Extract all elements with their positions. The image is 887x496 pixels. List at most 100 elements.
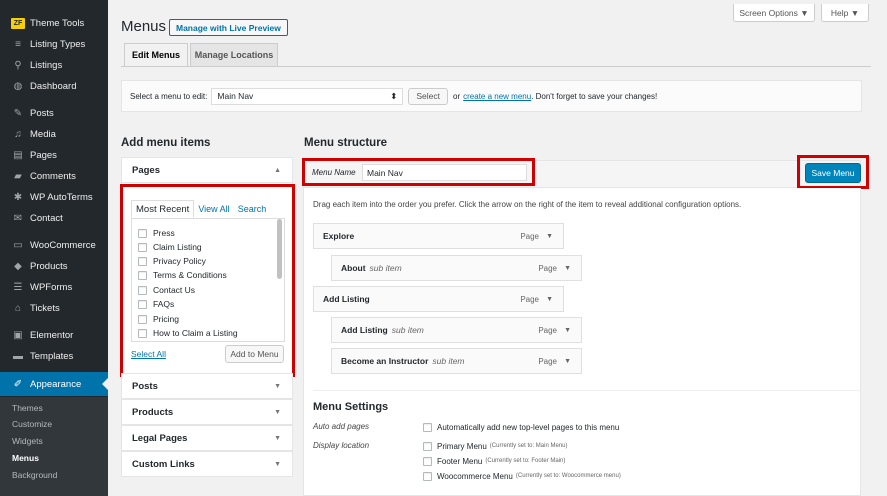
- brush-icon: ✐: [13, 378, 23, 390]
- comment-icon: ▰: [14, 170, 22, 182]
- sidebar-item-templates[interactable]: ▬ Templates: [0, 346, 108, 366]
- sidebar-item-pages[interactable]: ▤ Pages: [0, 145, 108, 165]
- menu-item-type: Page: [538, 356, 557, 366]
- caret-up-icon: ▲: [274, 166, 281, 174]
- sidebar-item-wp-autoterms[interactable]: ✱ WP AutoTerms: [0, 187, 108, 207]
- pin-icon: ✎: [13, 107, 23, 119]
- menu-item-type: Page: [538, 263, 557, 273]
- location-woocommerce-option[interactable]: Woocommerce Menu (Currently set to: Wooco…: [423, 470, 621, 482]
- sidebar-item-comments[interactable]: ▰ Comments: [0, 166, 108, 186]
- tab-edit-menus[interactable]: Edit Menus: [124, 43, 188, 66]
- media-icon: ♫: [14, 128, 22, 140]
- caret-down-icon[interactable]: ▼: [564, 358, 571, 365]
- location-pin-icon: ⚲: [14, 59, 22, 71]
- submenu-menus[interactable]: Menus: [12, 453, 39, 463]
- location-primary-option[interactable]: Primary Menu (Currently set to: Main Menu…: [423, 440, 568, 452]
- posts-accordion-header[interactable]: Posts ▼: [121, 373, 293, 399]
- mail-icon: ✉: [13, 212, 23, 224]
- submenu-customize[interactable]: Customize: [12, 419, 52, 429]
- list-icon: ≡: [15, 38, 21, 50]
- auto-add-option[interactable]: Automatically add new top-level pages to…: [423, 421, 619, 433]
- sidebar-item-listing-types[interactable]: ≡ Listing Types: [0, 34, 108, 54]
- manage-live-preview-button[interactable]: Manage with Live Preview: [169, 19, 288, 36]
- screen-options-button[interactable]: Screen Options ▼: [733, 4, 815, 22]
- theme-tools-logo: ZF: [11, 17, 25, 29]
- menu-select-bar: Select a menu to edit: Main Nav ⬍ Select…: [121, 80, 862, 112]
- sidebar-item-products[interactable]: ◆ Products: [0, 256, 108, 276]
- submenu-widgets[interactable]: Widgets: [12, 436, 43, 446]
- checkbox[interactable]: [423, 422, 432, 432]
- submenu-background[interactable]: Background: [12, 470, 57, 480]
- caret-down-icon[interactable]: ▼: [546, 233, 553, 240]
- highlight-box-pages: [120, 184, 295, 377]
- caret-down-icon: ▼: [274, 460, 281, 468]
- caret-down-icon[interactable]: ▼: [546, 296, 553, 303]
- tab-manage-locations[interactable]: Manage Locations: [190, 43, 278, 66]
- archive-icon: ◆: [14, 260, 22, 272]
- pages-section-label: Pages: [132, 164, 160, 176]
- menu-item-type: Page: [520, 294, 539, 304]
- products-accordion-header[interactable]: Products ▼: [121, 399, 293, 425]
- admin-sidebar: ZF Theme Tools ≡ Listing Types ⚲ Listings ◍…: [0, 0, 108, 496]
- current-menu-arrow: [102, 378, 108, 390]
- select-menu-label: Select a menu to edit:: [130, 91, 208, 101]
- display-location-label: Display location: [313, 441, 370, 450]
- custom-links-accordion-header[interactable]: Custom Links ▼: [121, 451, 293, 477]
- elementor-icon: ▣: [13, 329, 23, 341]
- menu-item[interactable]: Become an Instructor sub item Page ▼: [331, 348, 582, 374]
- page-title: Menus: [121, 18, 167, 35]
- sub-item-label: sub item: [369, 263, 402, 273]
- sidebar-item-woocommerce[interactable]: ▭ WooCommerce: [0, 235, 108, 255]
- sidebar-item-contact[interactable]: ✉ Contact: [0, 208, 108, 228]
- palette-icon: ◍: [13, 80, 23, 92]
- checkbox[interactable]: [423, 441, 432, 451]
- caret-down-icon: ▼: [274, 382, 281, 390]
- create-new-menu-link[interactable]: create a new menu: [463, 92, 531, 101]
- submenu-themes[interactable]: Themes: [12, 403, 43, 413]
- help-button[interactable]: Help ▼: [821, 4, 869, 22]
- menu-item[interactable]: Add Listing Page ▼: [313, 286, 564, 312]
- tabs-divider: [121, 66, 871, 67]
- ticket-icon: ⌂: [14, 302, 22, 314]
- caret-down-icon: ▼: [274, 408, 281, 416]
- pages-accordion-header[interactable]: Pages ▲: [121, 157, 293, 183]
- appearance-submenu: Themes Customize Widgets Menus Backgroun…: [0, 397, 108, 496]
- location-footer-option[interactable]: Footer Menu (Currently set to: Footer Mai…: [423, 455, 565, 467]
- sidebar-item-theme-tools[interactable]: ZF Theme Tools: [0, 13, 108, 33]
- sidebar-item-posts[interactable]: ✎ Posts: [0, 103, 108, 123]
- sub-item-label: sub item: [432, 356, 465, 366]
- menu-settings-title: Menu Settings: [313, 401, 389, 413]
- sidebar-item-media[interactable]: ♫ Media: [0, 124, 108, 144]
- drag-instructions: Drag each item into the order you prefer…: [313, 200, 742, 209]
- sidebar-item-tickets[interactable]: ⌂ Tickets: [0, 298, 108, 318]
- add-menu-items-title: Add menu items: [121, 137, 211, 149]
- menu-item-type: Page: [538, 325, 557, 335]
- menu-item-type: Page: [520, 231, 539, 241]
- save-reminder-text: . Don't forget to save your changes!: [531, 91, 658, 101]
- menu-item[interactable]: About sub item Page ▼: [331, 255, 582, 281]
- sidebar-item-dashboard[interactable]: ◍ Dashboard: [0, 76, 108, 96]
- auto-add-label: Auto add pages: [313, 422, 370, 431]
- highlight-box-save: [797, 155, 869, 189]
- woo-icon: ▭: [13, 239, 23, 251]
- or-text: or: [453, 91, 461, 101]
- menu-item[interactable]: Add Listing sub item Page ▼: [331, 317, 582, 343]
- menu-select-dropdown[interactable]: Main Nav ⬍: [211, 87, 404, 105]
- highlight-box-menu-name: [302, 158, 535, 186]
- select-arrows-icon: ⬍: [390, 90, 398, 101]
- autoterms-icon: ✱: [13, 191, 23, 203]
- caret-down-icon[interactable]: ▼: [564, 265, 571, 272]
- legal-pages-accordion-header[interactable]: Legal Pages ▼: [121, 425, 293, 451]
- sidebar-item-wpforms[interactable]: ☰ WPForms: [0, 277, 108, 297]
- sidebar-item-elementor[interactable]: ▣ Elementor: [0, 325, 108, 345]
- sidebar-item-listings[interactable]: ⚲ Listings: [0, 55, 108, 75]
- caret-down-icon[interactable]: ▼: [564, 327, 571, 334]
- sidebar-item-appearance[interactable]: ✐ Appearance: [0, 372, 108, 396]
- menu-structure-title: Menu structure: [304, 137, 388, 149]
- checkbox[interactable]: [423, 456, 432, 466]
- select-button[interactable]: Select: [408, 87, 449, 105]
- folder-icon: ▬: [13, 350, 23, 362]
- checkbox[interactable]: [423, 471, 432, 481]
- caret-down-icon: ▼: [274, 434, 281, 442]
- menu-item[interactable]: Explore Page ▼: [313, 223, 564, 249]
